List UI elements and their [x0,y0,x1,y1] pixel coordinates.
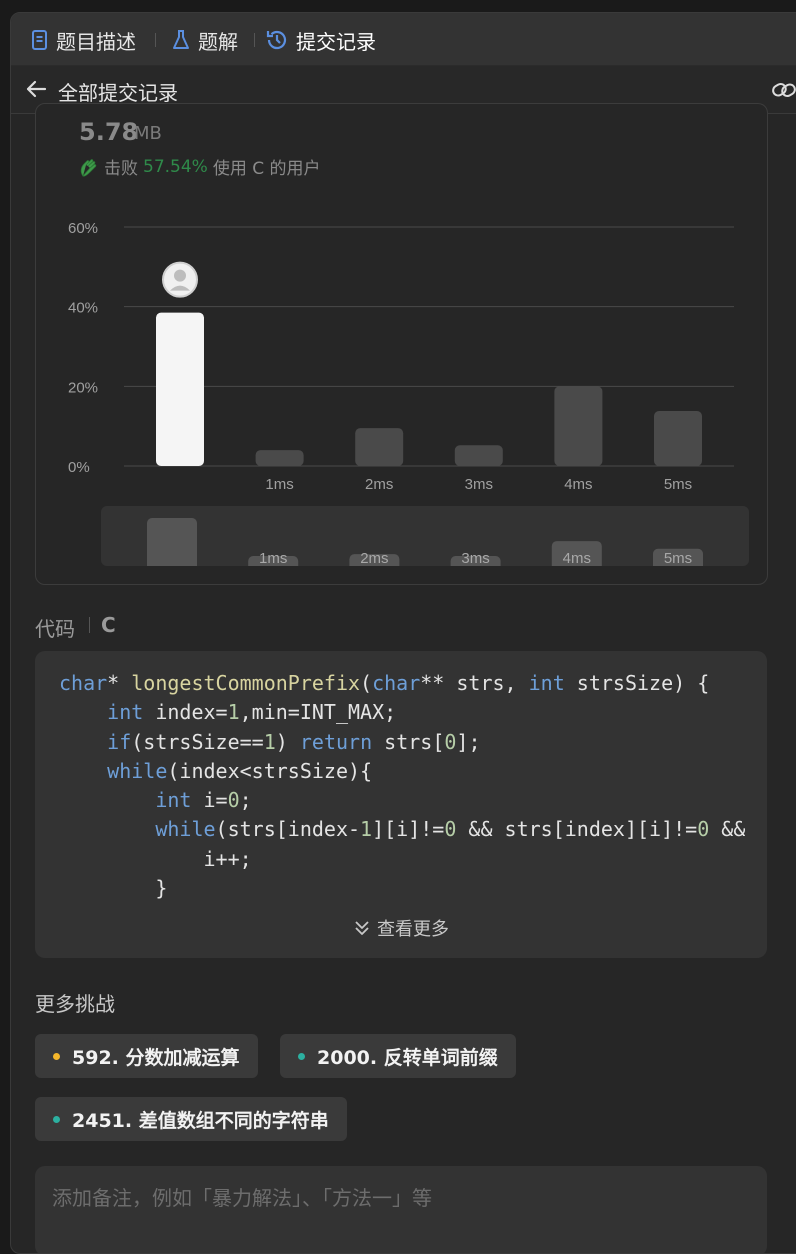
tab-label: 题解 [198,29,238,54]
minimap-chart: 1ms 2ms 3ms 4ms 5ms [147,518,703,566]
chart-bar [156,312,204,466]
minimap-tick-label: 2ms [360,550,388,566]
y-tick-label: 0% [68,459,90,476]
show-more-button[interactable]: 查看更多 [35,915,767,941]
difficulty-dot [53,1052,60,1060]
page-title: 全部提交记录 [58,81,178,105]
tab-description[interactable]: 题目描述 [31,27,136,54]
avatar [162,261,198,298]
chart-bar [255,450,304,466]
tab-divider [254,33,255,47]
note-placeholder: 添加备注，例如「暴力解法」、「方法一」等 [52,1186,432,1210]
challenge-label: 2451. 差值数组不同的字符串 [72,1109,329,1132]
x-tick-label: 3ms [465,476,493,493]
code-line: } [59,876,168,901]
challenge-chip[interactable]: 2451. 差值数组不同的字符串 [35,1097,347,1141]
y-tick-label: 60% [68,220,98,237]
y-tick-label: 20% [68,379,98,396]
submission-panel: 题目描述 题解 提交记录 全部提交记录 5.78 MB 击败 57.54% 使用… [10,12,796,1254]
challenge-label: 592. 分数加减运算 [72,1046,240,1069]
code-content: char* longestCommonPrefix(char** strs, i… [59,669,745,909]
x-tick-label: 5ms [664,476,692,493]
avatar-head [174,269,186,282]
minimap-tick-label: 4ms [563,550,591,566]
challenge-chip[interactable]: 592. 分数加减运算 [35,1034,258,1078]
memory-stats-card: 5.78 MB 击败 57.54% 使用 C 的用户 60% 40% 20% 0% 1m… [35,103,768,585]
beat-suffix: 使用 C 的用户 [212,159,321,179]
y-tick-label: 40% [68,300,98,317]
x-tick-label: 2ms [365,476,393,493]
document-icon [31,29,49,51]
code-line: int index=1,min=INT_MAX; [107,700,397,725]
minimap-bar [147,518,197,566]
tab-submissions[interactable]: 提交记录 [265,27,376,54]
code-section-label: 代码 [35,617,75,641]
link-icon[interactable] [771,79,796,105]
minimap-tick-label: 3ms [461,550,489,566]
note-input[interactable]: 添加备注，例如「暴力解法」、「方法一」等 [35,1166,767,1253]
tab-bar: 题目描述 题解 提交记录 [11,13,796,66]
code-language: C [101,613,116,637]
code-label-divider [89,617,90,633]
history-icon [265,28,289,52]
x-tick-label: 1ms [265,476,293,493]
chart-bar [554,386,603,466]
tab-solutions[interactable]: 题解 [171,27,238,54]
difficulty-dot [298,1052,305,1060]
distribution-minimap[interactable]: 1ms 2ms 3ms 4ms 5ms [101,506,749,566]
tab-divider [155,33,156,47]
code-line: while(index<strsSize){ [107,758,373,783]
beat-summary: 击败 57.54% 使用 C 的用户 [78,154,321,179]
tab-label: 提交记录 [296,29,376,54]
chart-bar [355,428,404,466]
minimap-tick-label: 1ms [259,550,287,566]
arrow-left-icon[interactable] [25,79,47,103]
minimap-tick-label: 5ms [664,550,692,566]
code-line: int i=0; [155,788,252,813]
code-line: char* longestCommonPrefix(char** strs, i… [59,671,710,695]
code-viewer[interactable]: char* longestCommonPrefix(char** strs, i… [35,651,767,958]
tab-label: 题目描述 [56,29,136,54]
memory-value: 5.78 [79,118,139,146]
more-challenges-title: 更多挑战 [35,992,115,1016]
beat-prefix: 击败 [104,159,138,179]
show-more-label: 查看更多 [377,919,449,940]
chart-bar [654,411,702,466]
flask-icon [171,29,191,51]
x-tick-label: 4ms [564,476,592,493]
code-line: if(strsSize==1) return strs[0]; [107,729,481,754]
challenge-chip[interactable]: 2000. 反转单词前缀 [280,1034,516,1078]
beat-percent: 57.54% [143,156,208,177]
double-chevron-down-icon [353,919,371,937]
clap-icon [78,156,100,178]
memory-unit: MB [134,123,162,144]
challenge-label: 2000. 反转单词前缀 [317,1046,498,1069]
difficulty-dot [53,1115,60,1123]
chart-bar [454,445,503,466]
distribution-chart: 60% 40% 20% 0% 1ms 2ms 3ms 4ms 5ms [68,220,734,493]
code-line: while(strs[index-1][i]!=0 && strs[index]… [155,817,745,842]
code-line: i++; [59,846,252,871]
